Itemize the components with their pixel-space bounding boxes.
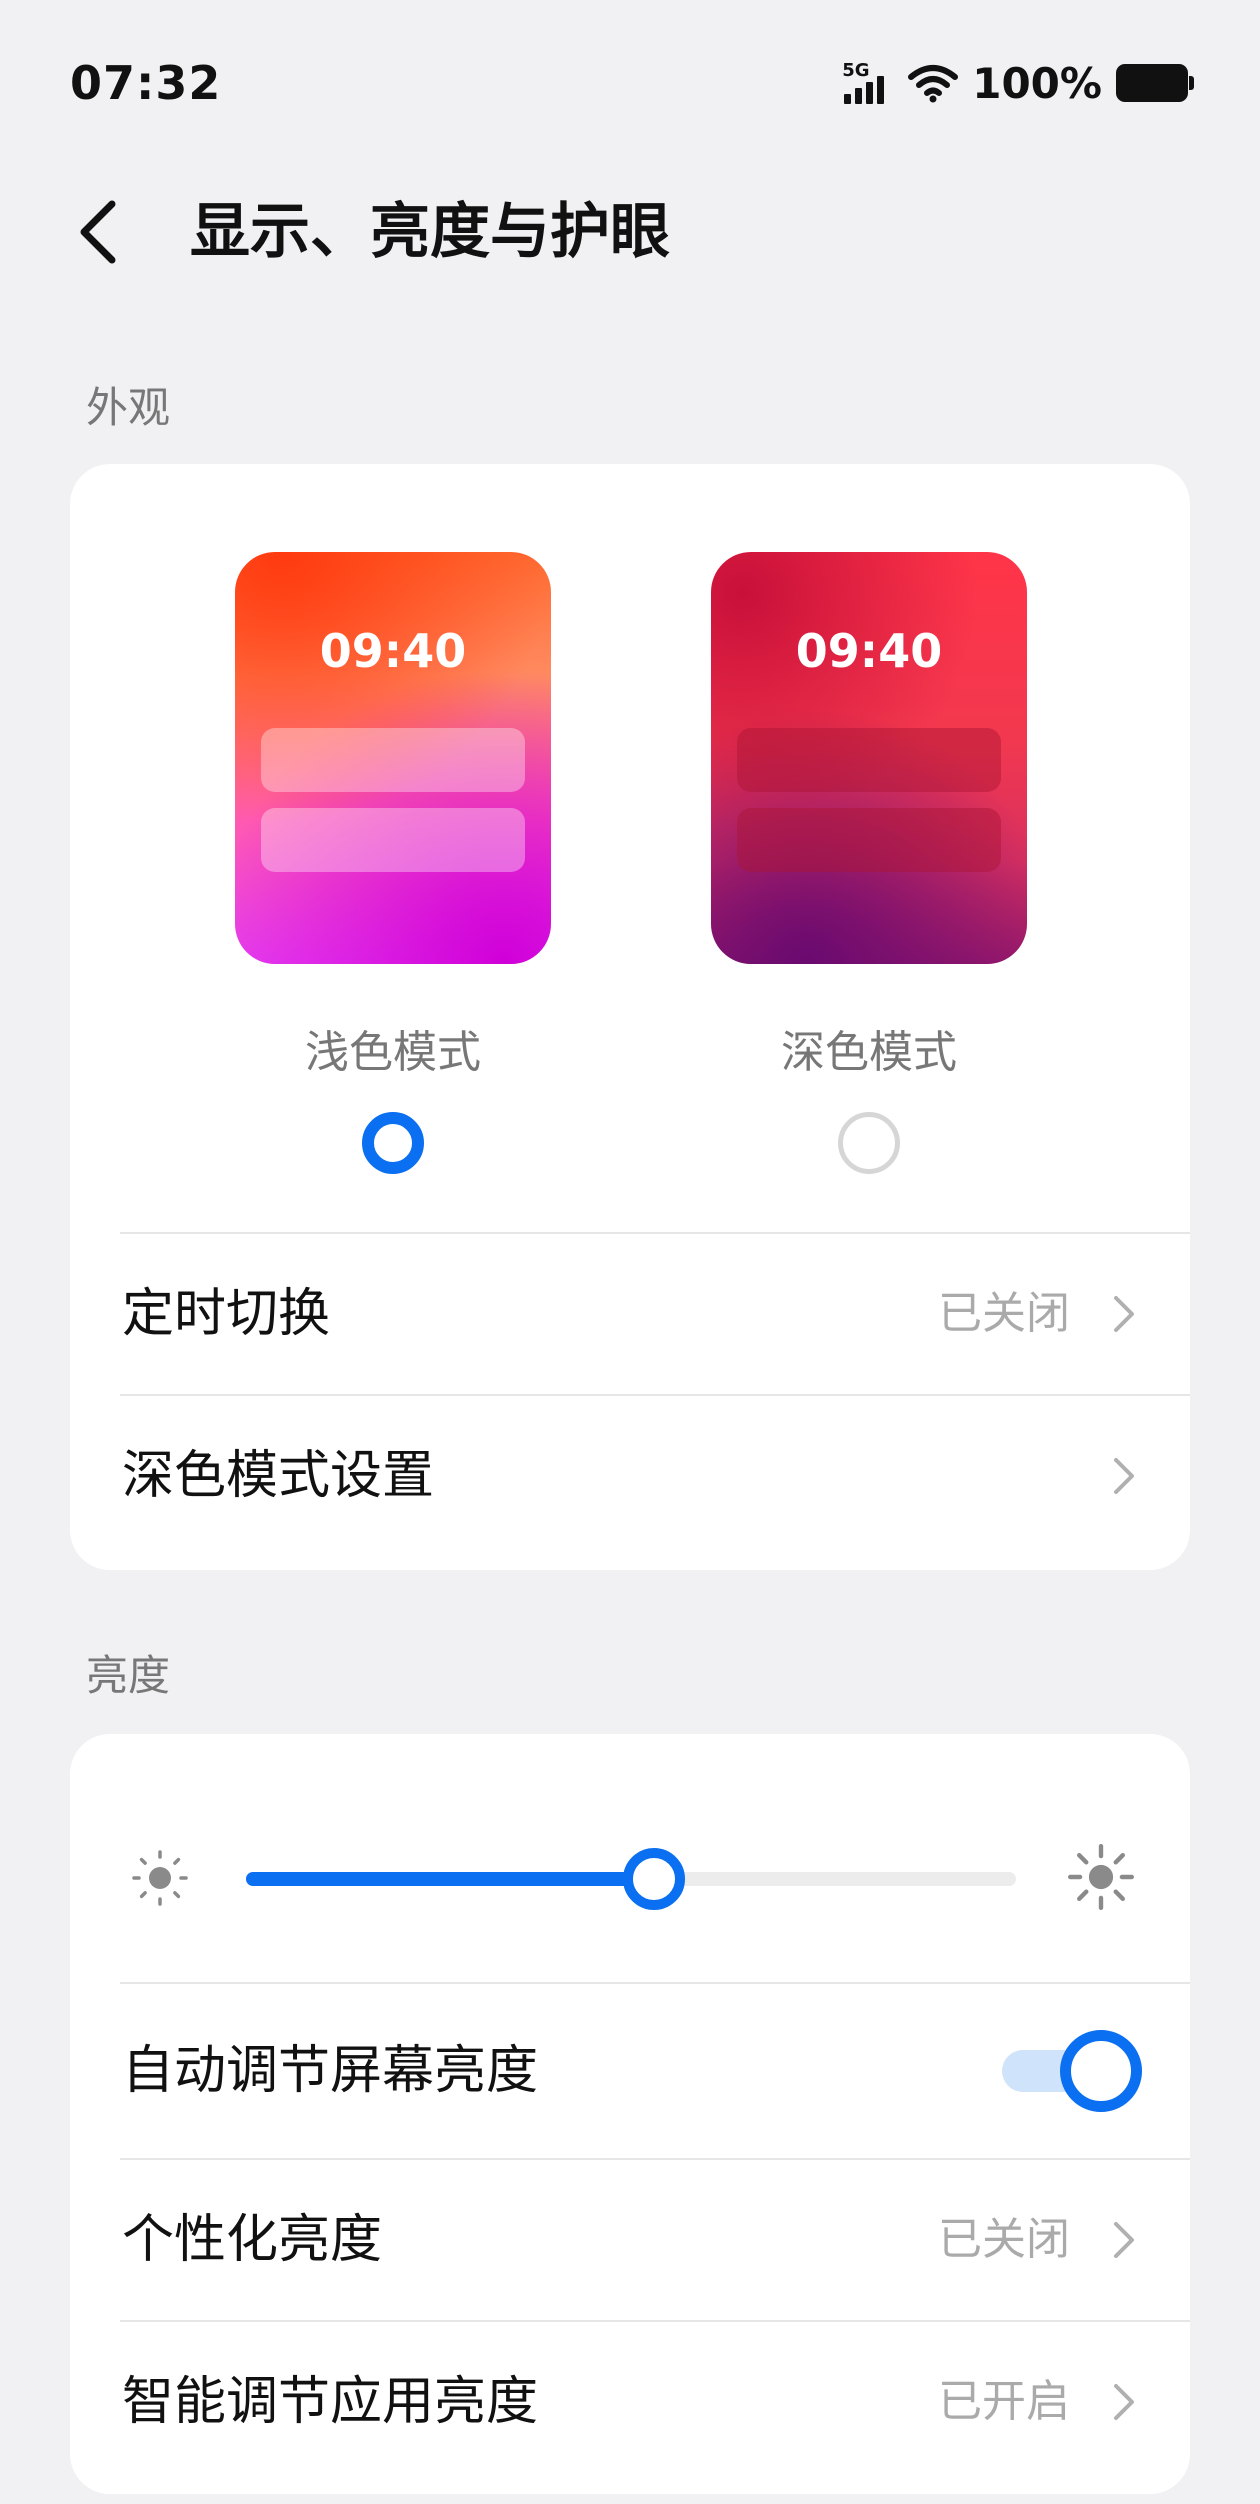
brightness-slider-fill — [246, 1872, 655, 1886]
row-value: 已关闭 — [938, 1288, 1070, 1339]
chevron-right-icon — [1114, 2222, 1134, 2258]
auto-brightness-toggle[interactable] — [1002, 2030, 1142, 2112]
chevron-right-icon — [1114, 1296, 1134, 1332]
brightness-slider[interactable] — [246, 1848, 1016, 1910]
preview-card — [737, 808, 1001, 872]
light-mode-label: 浅色模式 — [305, 1027, 481, 1078]
light-mode-preview[interactable]: 09:40 — [235, 552, 551, 964]
battery-icon — [1116, 64, 1194, 102]
row-label: 个性化亮度 — [122, 2210, 383, 2270]
row-value: 已开启 — [938, 2376, 1070, 2427]
preview-card — [737, 728, 1001, 792]
chevron-right-icon — [1114, 2384, 1134, 2420]
preview-time: 09:40 — [795, 624, 943, 678]
dark-mode-preview[interactable]: 09:40 — [711, 552, 1027, 964]
status-icons: 5G 100% — [842, 58, 1194, 108]
status-bar: 07:32 5G 100% — [0, 0, 1260, 160]
preview-card — [261, 728, 525, 792]
preview-card — [261, 808, 525, 872]
row-label: 深色模式设置 — [122, 1446, 435, 1506]
brightness-slider-thumb[interactable] — [623, 1848, 686, 1910]
section-label-appearance: 外观 — [86, 383, 171, 432]
appearance-card: 09:40 浅色模式 09:40 深色模式 定时切换 已关闭 深色模式设置 — [70, 464, 1190, 1570]
dark-mode-settings-row[interactable]: 深色模式设置 — [70, 1396, 1190, 1556]
smart-app-brightness-row[interactable]: 智能调节应用亮度 已开启 — [70, 2322, 1190, 2482]
mode-selector: 09:40 浅色模式 09:40 深色模式 — [70, 464, 1190, 1204]
sun-high-icon — [1068, 1844, 1134, 1910]
dark-mode-label: 深色模式 — [781, 1027, 957, 1078]
row-label: 定时切换 — [122, 1284, 331, 1344]
brightness-card: 自动调节屏幕亮度 个性化亮度 已关闭 智能调节应用亮度 已开启 — [70, 1734, 1190, 2494]
light-mode-radio[interactable] — [362, 1112, 424, 1174]
preview-time: 09:40 — [319, 624, 467, 678]
wifi-icon — [908, 65, 959, 103]
light-mode-option[interactable]: 09:40 浅色模式 — [235, 552, 551, 1174]
page-title: 显示、亮度与护眼 — [190, 197, 670, 267]
back-arrow-icon[interactable] — [70, 196, 130, 268]
sun-low-icon — [132, 1850, 188, 1906]
row-label: 智能调节应用亮度 — [122, 2372, 539, 2432]
personalized-brightness-row[interactable]: 个性化亮度 已关闭 — [70, 2160, 1190, 2320]
status-time: 07:32 — [70, 56, 222, 110]
auto-brightness-row: 自动调节屏幕亮度 — [70, 1984, 1190, 2158]
battery-percent: 100% — [972, 58, 1102, 108]
row-label: 自动调节屏幕亮度 — [122, 2041, 539, 2101]
dark-mode-option[interactable]: 09:40 深色模式 — [711, 552, 1027, 1174]
dark-mode-radio[interactable] — [838, 1112, 900, 1174]
scheduled-switch-row[interactable]: 定时切换 已关闭 — [70, 1234, 1190, 1394]
section-label-brightness: 亮度 — [86, 1651, 171, 1700]
chevron-right-icon — [1114, 1458, 1134, 1494]
row-value: 已关闭 — [938, 2214, 1070, 2265]
signal-icon: 5G — [842, 60, 894, 106]
toggle-knob — [1060, 2030, 1142, 2112]
